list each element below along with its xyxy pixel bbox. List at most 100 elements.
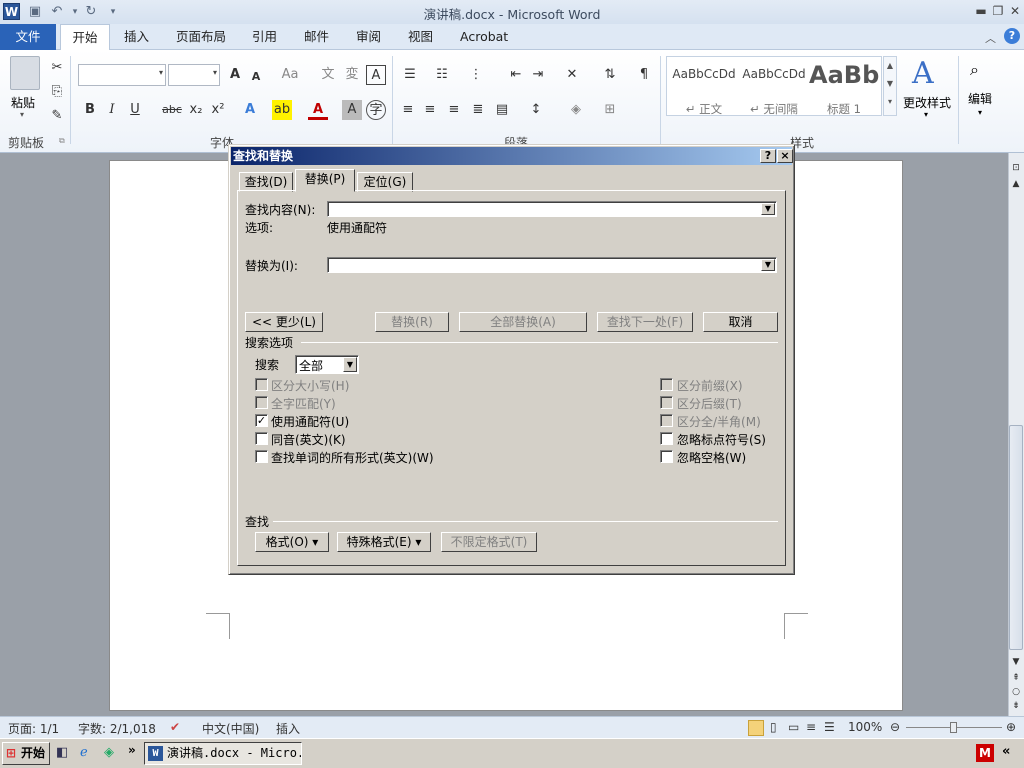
match-prefix-label[interactable]: 区分前缀(X) bbox=[677, 377, 743, 394]
dialog-title-bar[interactable]: 查找和替换 ? × bbox=[231, 147, 793, 165]
dialog-help-button[interactable]: ? bbox=[760, 149, 776, 163]
font-size-dropdown-icon[interactable]: ▾ bbox=[213, 68, 217, 77]
styles-scroll-icon[interactable]: ▲ ▼ ▾ bbox=[883, 56, 897, 116]
more-launch-icon[interactable]: » bbox=[128, 743, 136, 757]
decrease-indent-icon[interactable]: ⇤ bbox=[506, 65, 526, 85]
tab-mailings[interactable]: 邮件 bbox=[292, 24, 341, 50]
proofing-icon[interactable]: ✔ bbox=[170, 720, 180, 734]
phonetic-guide-icon[interactable]: 文 bbox=[318, 65, 338, 85]
paste-dropdown-icon[interactable]: ▾ bbox=[20, 110, 24, 119]
sort-icon[interactable]: ⇅ bbox=[600, 65, 620, 85]
distributed-icon[interactable]: ▤ bbox=[492, 100, 512, 120]
font-size-combo[interactable]: ▾ bbox=[168, 64, 220, 86]
tab-view[interactable]: 视图 bbox=[396, 24, 445, 50]
dialog-close-button[interactable]: × bbox=[777, 149, 793, 163]
binoculars-icon[interactable]: ⌕ bbox=[970, 60, 979, 80]
use-wildcards-label[interactable]: 使用通配符(U) bbox=[271, 413, 349, 430]
web-layout-icon[interactable]: ▭ bbox=[788, 720, 799, 734]
zoom-out-icon[interactable]: ⊖ bbox=[890, 720, 900, 734]
zoom-level[interactable]: 100% bbox=[848, 720, 882, 734]
paste-label[interactable]: 粘贴 bbox=[11, 94, 35, 111]
draft-icon[interactable]: ☰ bbox=[824, 720, 835, 734]
close-icon[interactable]: ✕ bbox=[1006, 3, 1024, 19]
edit-dropdown-icon[interactable]: ▾ bbox=[978, 108, 982, 117]
ignore-whitespace-label[interactable]: 忽略空格(W) bbox=[677, 449, 746, 466]
match-prefix-checkbox[interactable] bbox=[660, 378, 673, 391]
format-painter-icon[interactable]: ✎ bbox=[47, 106, 67, 126]
superscript-button[interactable]: x² bbox=[208, 100, 228, 120]
increase-indent-icon[interactable]: ⇥ bbox=[528, 65, 548, 85]
align-left-icon[interactable]: ≡ bbox=[398, 100, 418, 120]
collapse-ribbon-icon[interactable]: ︿ bbox=[985, 30, 996, 46]
style-name[interactable]: ↵ 正文 bbox=[669, 101, 739, 117]
no-formatting-button[interactable]: 不限定格式(T) bbox=[441, 532, 537, 552]
print-layout-icon[interactable] bbox=[748, 720, 764, 736]
font-name-dropdown-icon[interactable]: ▾ bbox=[159, 68, 163, 77]
sounds-like-checkbox[interactable] bbox=[255, 432, 268, 445]
full-screen-reading-icon[interactable]: ▯ bbox=[770, 720, 777, 734]
match-width-label[interactable]: 区分全/半角(M) bbox=[677, 413, 761, 430]
multilevel-list-icon[interactable]: ⋮ bbox=[466, 65, 486, 85]
replace-with-input[interactable]: ▼ bbox=[327, 257, 777, 273]
ignore-whitespace-checkbox[interactable] bbox=[660, 450, 673, 463]
special-button[interactable]: 特殊格式(E) ▾ bbox=[337, 532, 431, 552]
format-button[interactable]: 格式(O) ▾ bbox=[255, 532, 329, 552]
align-right-icon[interactable]: ≡ bbox=[444, 100, 464, 120]
shrink-font-button[interactable]: A bbox=[246, 67, 266, 87]
minimize-icon[interactable]: ▬ bbox=[972, 3, 990, 19]
bold-button[interactable]: B bbox=[80, 100, 100, 120]
text-effects-icon[interactable]: A bbox=[240, 100, 260, 120]
paste-icon[interactable] bbox=[10, 56, 40, 90]
copy-icon[interactable]: ⎘ bbox=[47, 82, 67, 102]
page-indicator[interactable]: 页面: 1/1 bbox=[8, 720, 59, 737]
ignore-punctuation-label[interactable]: 忽略标点符号(S) bbox=[677, 431, 766, 448]
style-preview[interactable]: AaBbCcDd bbox=[739, 67, 809, 81]
insert-mode[interactable]: 插入 bbox=[276, 720, 300, 737]
match-suffix-label[interactable]: 区分后缀(T) bbox=[677, 395, 742, 412]
tab-replace[interactable]: 替换(P) bbox=[295, 169, 355, 192]
enclose-char-icon[interactable]: 字 bbox=[366, 100, 386, 120]
clipboard-launcher-icon[interactable]: ⧉ bbox=[59, 136, 65, 146]
highlight-icon[interactable]: ab bbox=[272, 100, 292, 120]
underline-button[interactable]: U bbox=[125, 100, 145, 120]
style-preview[interactable]: AaBbCcDd bbox=[669, 67, 739, 81]
char-shading-icon[interactable]: A bbox=[342, 100, 362, 120]
replace-button[interactable]: 替换(R) bbox=[375, 312, 449, 332]
char-border-icon[interactable]: A bbox=[366, 65, 386, 85]
restore-icon[interactable]: ❐ bbox=[989, 3, 1007, 19]
language-indicator[interactable]: 中文(中国) bbox=[202, 720, 259, 737]
borders-icon[interactable]: ⊞ bbox=[600, 100, 620, 120]
ie-icon[interactable]: ℯ bbox=[80, 745, 88, 760]
match-width-checkbox[interactable] bbox=[660, 414, 673, 427]
change-styles-label[interactable]: 更改样式 bbox=[903, 94, 951, 111]
strikethrough-button[interactable]: abc bbox=[162, 100, 182, 120]
scroll-thumb[interactable] bbox=[1009, 425, 1023, 650]
tray-app-icon[interactable]: M bbox=[976, 744, 994, 762]
find-history-dropdown-icon[interactable]: ▼ bbox=[761, 203, 775, 215]
all-word-forms-checkbox[interactable] bbox=[255, 450, 268, 463]
show-desktop-icon[interactable]: ◧ bbox=[56, 745, 68, 760]
line-spacing-icon[interactable]: ↕ bbox=[526, 100, 546, 120]
font-name-combo[interactable]: ▾ bbox=[78, 64, 166, 86]
subscript-button[interactable]: x₂ bbox=[186, 100, 206, 120]
tab-acrobat[interactable]: Acrobat bbox=[448, 24, 520, 50]
less-button[interactable]: << 更少(L) bbox=[245, 312, 323, 332]
scroll-down-icon[interactable]: ▼ bbox=[1008, 654, 1024, 670]
zoom-in-icon[interactable]: ⊕ bbox=[1006, 720, 1016, 734]
find-what-input[interactable]: ▼ bbox=[327, 201, 777, 217]
quicklaunch-icon[interactable]: ◈ bbox=[104, 745, 114, 760]
match-case-checkbox[interactable] bbox=[255, 378, 268, 391]
style-preview[interactable]: AaBb bbox=[809, 61, 879, 89]
ignore-punctuation-checkbox[interactable] bbox=[660, 432, 673, 445]
sounds-like-label[interactable]: 同音(英文)(K) bbox=[271, 431, 346, 448]
ruler-toggle-icon[interactable]: ⊡ bbox=[1008, 160, 1024, 176]
whole-word-checkbox[interactable] bbox=[255, 396, 268, 409]
zoom-slider-thumb[interactable] bbox=[950, 722, 957, 733]
change-styles-icon[interactable]: A bbox=[912, 56, 934, 91]
taskbar-word-item[interactable]: W 演讲稿.docx - Micro... bbox=[144, 742, 302, 765]
tab-references[interactable]: 引用 bbox=[240, 24, 289, 50]
show-marks-icon[interactable]: ¶ bbox=[634, 65, 654, 85]
italic-button[interactable]: I bbox=[102, 100, 122, 120]
match-suffix-checkbox[interactable] bbox=[660, 396, 673, 409]
change-styles-dropdown-icon[interactable]: ▾ bbox=[924, 110, 928, 119]
